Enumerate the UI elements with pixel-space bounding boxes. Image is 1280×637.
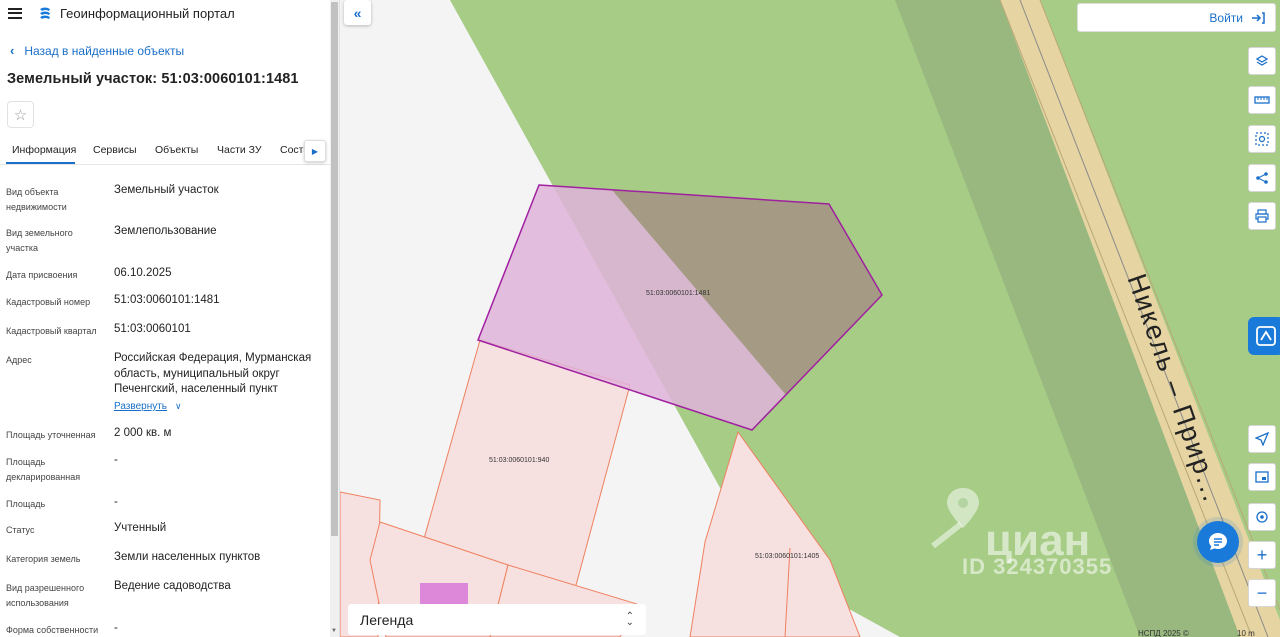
tab-services[interactable]: Сервисы (93, 144, 137, 156)
locate-button[interactable] (1248, 425, 1276, 453)
chevron-left-icon: ‹ (10, 43, 15, 58)
property-value: Земельный участок (114, 184, 219, 196)
app-title: Геоинформационный портал (60, 5, 235, 21)
login-icon (1252, 11, 1265, 24)
active-tab-indicator (6, 162, 75, 164)
property-value: Ведение садоводства (114, 580, 231, 592)
property-label: Вид земельного участка (6, 228, 73, 253)
help-button[interactable] (1248, 317, 1280, 355)
app-root: Геоинформационный портал ‹ Назад в найде… (0, 0, 1280, 637)
tab-parts[interactable]: Части ЗУ (217, 144, 262, 156)
property-value: Землепользование (114, 225, 217, 237)
tabs-scroll-right-button[interactable]: ▶ (304, 140, 326, 162)
double-chevron-left-icon: « (353, 4, 362, 21)
property-value: Российская Федерация, Мурманская область… (114, 352, 312, 395)
back-link-label: Назад в найденные объекты (24, 43, 185, 58)
locate-icon (1255, 432, 1269, 446)
login-button[interactable]: Войти (1077, 3, 1276, 32)
property-value: - (114, 622, 118, 634)
scrollbar-thumb[interactable] (331, 2, 338, 536)
portal-logo-icon (40, 7, 50, 19)
property-label: Кадастровый номер (6, 297, 91, 307)
property-label: Площадь декларированная (6, 457, 81, 482)
print-icon (1255, 209, 1269, 223)
property-label: Вид объекта недвижимости (6, 187, 67, 212)
legend-dropdown[interactable]: Легенда ⌃ ⌄ (348, 604, 646, 635)
collapse-sidebar-button[interactable]: « (344, 0, 371, 25)
property-label: Вид разрешенного использования (6, 583, 85, 608)
tracking-button[interactable] (1248, 503, 1276, 531)
ruler-icon (1254, 96, 1270, 104)
zoom-out-button[interactable]: − (1248, 579, 1276, 607)
minimap-icon (1255, 471, 1269, 483)
property-value: 51:03:0060101:1481 (114, 294, 220, 306)
sidebar-scrollbar[interactable]: ▼ (330, 0, 339, 637)
top-bar: Геоинформационный портал (0, 0, 339, 26)
share-button[interactable] (1248, 164, 1276, 192)
back-to-results-link[interactable]: ‹ Назад в найденные объекты (10, 43, 184, 58)
property-value: 2 000 кв. м (114, 427, 172, 439)
property-label: Кадастровый квартал (6, 326, 97, 336)
property-value: 51:03:0060101 (114, 323, 191, 335)
building (420, 583, 468, 605)
expand-label: Развернуть (114, 401, 168, 412)
property-label: Дата присвоения (6, 270, 78, 280)
legend-label: Легенда (360, 611, 414, 628)
share-icon (1256, 172, 1268, 184)
tab-information[interactable]: Информация (12, 144, 76, 156)
select-area-icon (1255, 132, 1269, 146)
property-label: Адрес (6, 355, 32, 365)
tab-bar: Информация Сервисы Объекты Части ЗУ Сост… (0, 137, 330, 165)
tracking-icon (1256, 511, 1268, 523)
menu-icon[interactable] (8, 7, 22, 19)
sidebar: Геоинформационный портал ‹ Назад в найде… (0, 0, 340, 637)
parcel-label: 51:03:0060101:1481 (646, 290, 711, 297)
select-area-button[interactable] (1248, 125, 1276, 153)
minimap-button[interactable] (1248, 463, 1276, 491)
chevron-up-down-icon: ⌃ ⌄ (625, 610, 634, 628)
page-title: Земельный участок: 51:03:0060101:1481 (7, 71, 299, 87)
property-label: Категория земель (6, 554, 81, 564)
measure-button[interactable] (1248, 86, 1276, 114)
scroll-down-icon[interactable]: ▼ (331, 628, 337, 634)
property-value: - (114, 454, 118, 466)
zoom-in-button[interactable]: + (1248, 541, 1276, 569)
favorite-button[interactable]: ☆ (7, 101, 34, 128)
layers-button[interactable] (1248, 47, 1276, 75)
parcel-label: 51:03:0060101:940 (489, 457, 550, 464)
chat-button[interactable] (1197, 521, 1239, 563)
chat-icon (1209, 533, 1227, 550)
property-value: 06.10.2025 (114, 267, 172, 279)
property-label: Площадь уточненная (6, 430, 96, 440)
zoom-in-icon: + (1256, 545, 1268, 565)
help-icon (1256, 326, 1276, 346)
property-value: - (114, 496, 118, 508)
map-attribution: НСПД 2025 © (1138, 629, 1189, 637)
map-scale: 10 m (1237, 629, 1255, 637)
property-value: Земли населенных пунктов (114, 551, 261, 563)
property-value: Учтенный (114, 522, 167, 534)
login-label: Войти (1209, 10, 1243, 25)
property-label: Площадь (6, 499, 46, 509)
tab-objects[interactable]: Объекты (155, 144, 198, 156)
arrow-right-icon: ▶ (311, 146, 319, 156)
property-label: Статус (6, 525, 35, 535)
zoom-out-icon: − (1256, 583, 1268, 603)
chevron-down-icon: ∨ (175, 401, 182, 411)
property-label: Форма собственности (6, 625, 99, 635)
star-icon: ☆ (13, 106, 28, 124)
expand-address-link[interactable]: Развернуть ∨ (114, 401, 182, 412)
parcel-label: 51:03:0060101:1405 (755, 553, 820, 560)
print-button[interactable] (1248, 202, 1276, 230)
layers-icon (1255, 55, 1269, 66)
